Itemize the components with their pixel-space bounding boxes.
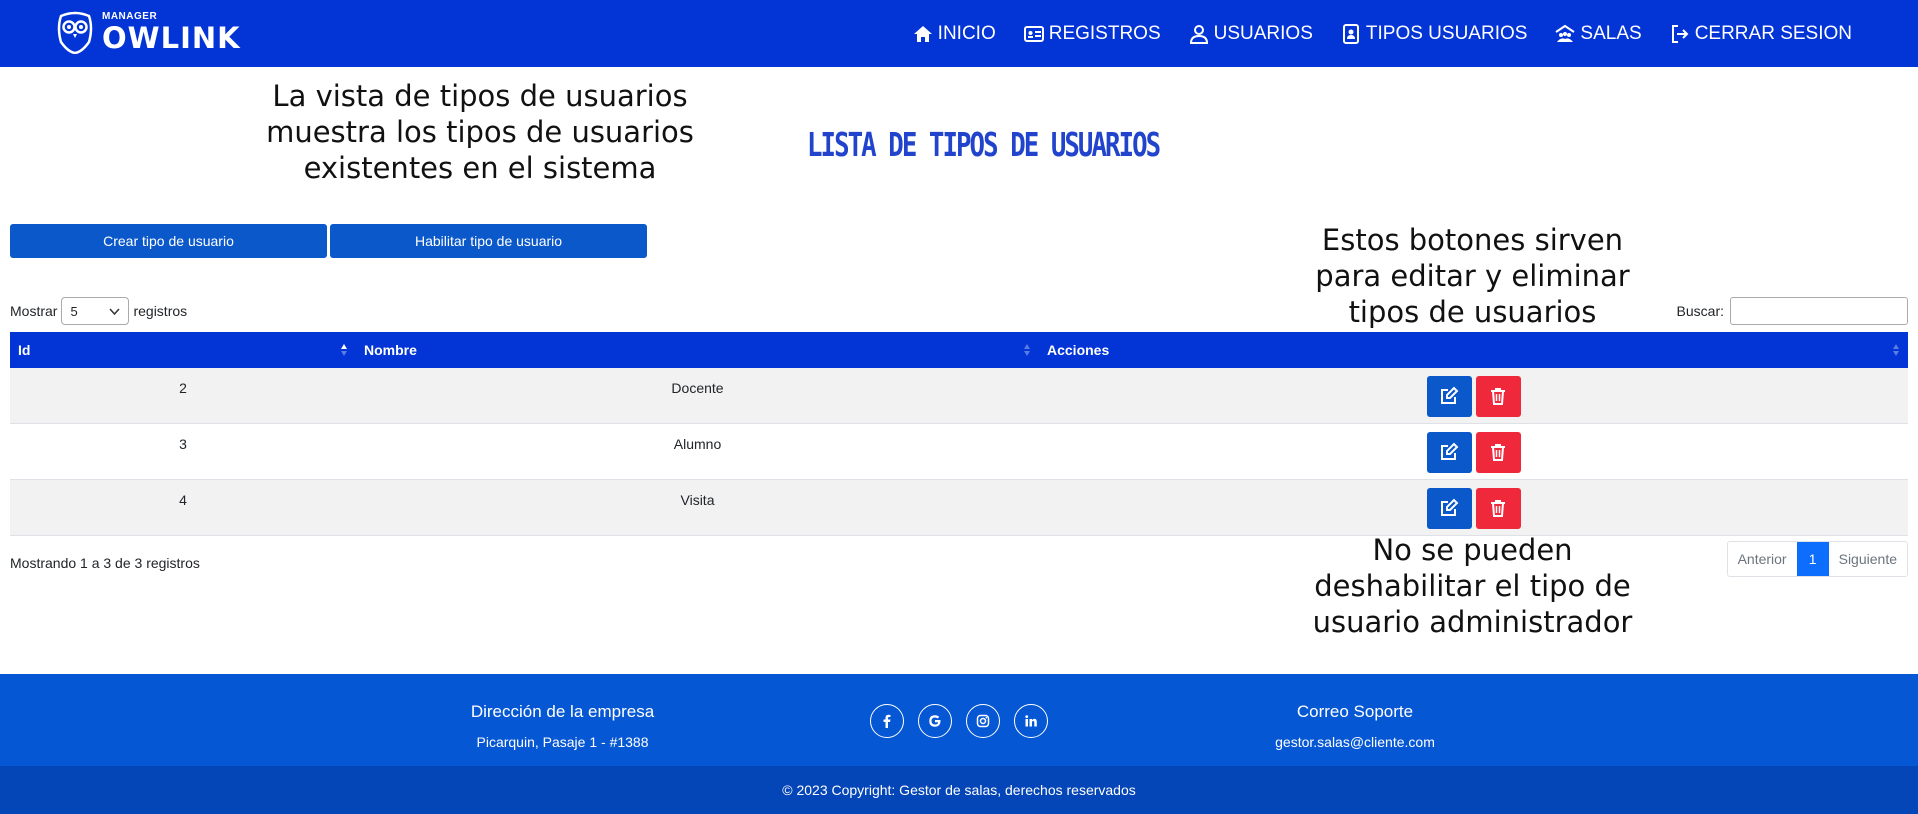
sort-icon bbox=[1024, 344, 1030, 356]
footer-address: Dirección de la empresa Picarquin, Pasaj… bbox=[440, 674, 685, 750]
page-length-value: 5 bbox=[70, 303, 78, 319]
top-navbar: MANAGER OWLINK INICIO REGISTROS USUARIOS… bbox=[0, 0, 1918, 67]
brand-logo[interactable]: MANAGER OWLINK bbox=[56, 10, 241, 54]
edit-icon bbox=[1441, 386, 1459, 404]
cell-id: 3 bbox=[179, 436, 187, 452]
cell-acciones bbox=[1039, 480, 1908, 536]
user-icon bbox=[1189, 24, 1208, 44]
linkedin-link[interactable] bbox=[1014, 704, 1048, 738]
google-icon bbox=[929, 715, 941, 727]
annotation-view-description: La vista de tipos de usuarios muestra lo… bbox=[266, 79, 694, 185]
trash-icon bbox=[1491, 388, 1505, 405]
column-header-acciones[interactable]: Acciones bbox=[1039, 332, 1908, 368]
search-label: Buscar: bbox=[1676, 303, 1724, 319]
chevron-down-icon bbox=[109, 307, 121, 315]
edit-icon bbox=[1441, 442, 1459, 460]
cell-nombre: Visita bbox=[680, 492, 715, 508]
sort-icon bbox=[1893, 344, 1899, 356]
table-header: Id Nombre Acciones bbox=[10, 332, 1908, 368]
user-types-table: Id Nombre Acciones 2 Docente 3 Alumno 4 … bbox=[10, 332, 1908, 536]
cell-id: 4 bbox=[179, 492, 187, 508]
pagination-previous[interactable]: Anterior bbox=[1728, 542, 1797, 576]
linkedin-icon bbox=[1025, 715, 1037, 727]
pagination-next[interactable]: Siguiente bbox=[1829, 542, 1907, 576]
footer-address-title: Dirección de la empresa bbox=[470, 702, 655, 721]
footer-support: Correo Soporte gestor.salas@cliente.com bbox=[1230, 674, 1480, 750]
nav-menu: INICIO REGISTROS USUARIOS TIPOS USUARIOS… bbox=[913, 0, 1852, 67]
nav-label: REGISTROS bbox=[1048, 22, 1161, 44]
footer-support-email[interactable]: gestor.salas@cliente.com bbox=[1230, 734, 1480, 750]
search-control: Buscar: bbox=[1677, 297, 1908, 325]
cell-nombre: Docente bbox=[671, 380, 724, 396]
people-roof-icon bbox=[1555, 24, 1575, 42]
edit-button[interactable] bbox=[1426, 375, 1472, 417]
contact-card-icon bbox=[1342, 23, 1359, 44]
create-user-type-button[interactable]: Crear tipo de usuario bbox=[10, 224, 327, 258]
footer-copyright: © 2023 Copyright: Gestor de salas, derec… bbox=[0, 766, 1918, 814]
instagram-link[interactable] bbox=[966, 704, 1000, 738]
nav-item-salas[interactable]: SALAS bbox=[1555, 22, 1642, 45]
nav-item-registros[interactable]: REGISTROS bbox=[1023, 22, 1161, 45]
records-label: registros bbox=[133, 303, 188, 319]
sort-asc-icon bbox=[341, 344, 347, 356]
table-info: Mostrando 1 a 3 de 3 registros bbox=[10, 555, 200, 571]
annotation-buttons-description: Estos botones sirven para editar y elimi… bbox=[1315, 223, 1630, 329]
trash-icon bbox=[1491, 500, 1505, 517]
nav-label: INICIO bbox=[937, 22, 996, 44]
column-header-label: Nombre bbox=[364, 342, 417, 358]
social-links bbox=[870, 704, 1048, 738]
delete-button[interactable] bbox=[1475, 375, 1521, 417]
footer-address-text: Picarquin, Pasaje 1 - #1388 bbox=[476, 734, 649, 750]
column-header-label: Acciones bbox=[1047, 342, 1110, 358]
delete-button[interactable] bbox=[1475, 487, 1521, 529]
page-length-control: Mostrar 5 registros bbox=[10, 297, 187, 325]
page-length-select[interactable]: 5 bbox=[61, 297, 130, 325]
facebook-link[interactable] bbox=[870, 704, 904, 738]
cell-acciones bbox=[1039, 424, 1908, 480]
trash-icon bbox=[1491, 444, 1505, 461]
pagination: Anterior 1 Siguiente bbox=[1726, 541, 1908, 577]
delete-button[interactable] bbox=[1475, 431, 1521, 473]
nav-label: SALAS bbox=[1580, 22, 1642, 44]
edit-icon bbox=[1441, 498, 1459, 516]
footer-support-title: Correo Soporte bbox=[1296, 702, 1414, 721]
sign-out-icon bbox=[1671, 24, 1689, 43]
instagram-icon bbox=[976, 714, 990, 728]
brand-small-text: MANAGER bbox=[102, 10, 158, 22]
facebook-icon bbox=[883, 714, 891, 728]
google-link[interactable] bbox=[918, 704, 952, 738]
nav-item-inicio[interactable]: INICIO bbox=[913, 23, 996, 45]
nav-label: USUARIOS bbox=[1213, 22, 1313, 44]
table-row: 4 Visita bbox=[10, 480, 1908, 536]
cell-acciones bbox=[1039, 368, 1908, 424]
home-icon bbox=[913, 25, 932, 42]
owl-logo-icon bbox=[57, 11, 93, 54]
enable-user-type-button[interactable]: Habilitar tipo de usuario bbox=[330, 224, 647, 258]
column-header-label: Id bbox=[18, 342, 31, 358]
column-header-id[interactable]: Id bbox=[10, 332, 356, 368]
nav-label: CERRAR SESION bbox=[1694, 22, 1852, 44]
edit-button[interactable] bbox=[1426, 431, 1472, 473]
table-row: 2 Docente bbox=[10, 368, 1908, 424]
nav-item-cerrar-sesion[interactable]: CERRAR SESION bbox=[1670, 23, 1852, 45]
edit-button[interactable] bbox=[1426, 487, 1472, 529]
show-label: Mostrar bbox=[10, 303, 58, 319]
page-title: LISTA DE TIPOS DE USUARIOS bbox=[807, 125, 1161, 164]
search-input[interactable] bbox=[1730, 297, 1908, 325]
pagination-page-current[interactable]: 1 bbox=[1796, 542, 1829, 576]
cell-nombre: Alumno bbox=[673, 436, 722, 452]
annotation-admin-note: No se pueden deshabilitar el tipo de usu… bbox=[1312, 533, 1633, 639]
id-card-icon bbox=[1023, 25, 1044, 42]
column-header-nombre[interactable]: Nombre bbox=[356, 332, 1039, 368]
brand-name: OWLINK bbox=[102, 20, 241, 55]
table-row: 3 Alumno bbox=[10, 424, 1908, 480]
cell-id: 2 bbox=[179, 380, 187, 396]
nav-item-usuarios[interactable]: USUARIOS bbox=[1189, 23, 1313, 45]
nav-label: TIPOS USUARIOS bbox=[1365, 22, 1528, 44]
nav-item-tipos-usuarios[interactable]: TIPOS USUARIOS bbox=[1341, 22, 1528, 45]
